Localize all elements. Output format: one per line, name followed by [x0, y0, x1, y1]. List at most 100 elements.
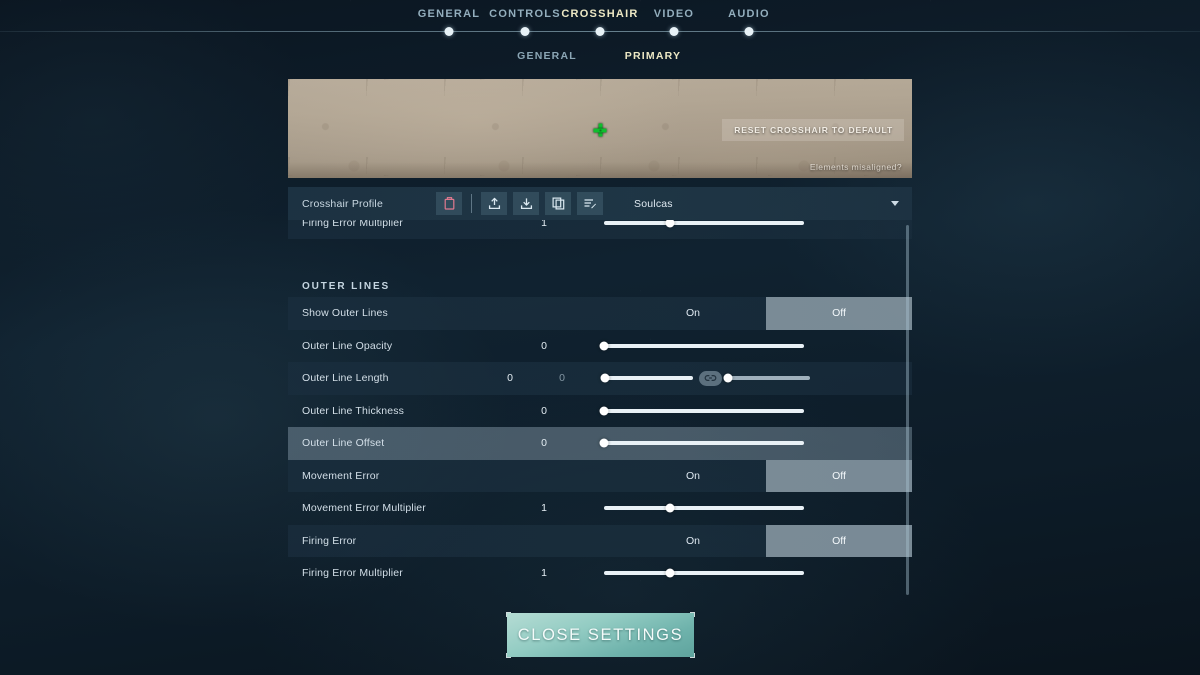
slider-handle[interactable] [600, 373, 610, 383]
settings-row-label: Outer Line Length [302, 372, 389, 385]
value-slider[interactable] [604, 492, 804, 525]
crosshair-glyph [593, 123, 607, 137]
onoff-toggle: On Off [620, 297, 912, 330]
slider-handle[interactable] [723, 373, 733, 383]
settings-scrollbar[interactable] [906, 225, 909, 595]
crosshair-profile-value: Soulcas [634, 197, 673, 210]
chevron-down-icon [891, 201, 899, 206]
slider-track [604, 503, 804, 513]
value-slider[interactable] [599, 330, 804, 363]
profile-action-buttons [436, 192, 603, 215]
settings-row[interactable]: Movement Error Multiplier 1 [288, 492, 912, 525]
settings-row-label: Outer Line Opacity [302, 339, 393, 352]
settings-row-value: 1 [541, 567, 547, 580]
duplicate-profile-button[interactable] [545, 192, 571, 215]
settings-row[interactable]: Firing Error Multiplier 1 [288, 220, 912, 239]
download-icon [520, 198, 532, 210]
toggle-option-on[interactable]: On [620, 460, 766, 493]
toggle-option-on[interactable]: On [620, 525, 766, 558]
settings-row[interactable]: Firing Error On Off [288, 524, 912, 558]
edit-lines-icon [584, 199, 596, 209]
trash-icon [444, 197, 454, 210]
nav-tab-video[interactable]: VIDEO [654, 8, 694, 20]
settings-list: Firing Error Multiplier 1 OUTER LINES Show … [288, 220, 912, 600]
settings-row-label: Show Outer Lines [302, 307, 388, 320]
slider-track [599, 438, 804, 448]
settings-row-label: Outer Line Offset [302, 437, 385, 450]
length-slider-secondary[interactable] [723, 362, 810, 395]
corner-mark-top-right [690, 612, 695, 617]
nav-subtab-general[interactable]: GENERAL [517, 50, 577, 62]
slider-handle[interactable] [665, 568, 675, 578]
onoff-toggle: On Off [620, 459, 912, 493]
toggle-option-off[interactable]: Off [766, 459, 912, 492]
slider-track [604, 220, 804, 228]
settings-row[interactable]: Outer Line Thickness 0 [288, 395, 912, 428]
slider-handle[interactable] [599, 341, 609, 351]
value-slider[interactable] [604, 220, 804, 239]
settings-row-label: Movement Error [302, 469, 380, 482]
nav-tab-dot-general [444, 27, 454, 36]
nav-tab-label: GENERAL [417, 8, 481, 20]
nav-tab-controls[interactable]: CONTROLS [489, 8, 561, 20]
slider-handle[interactable] [665, 503, 675, 513]
value-slider[interactable] [604, 557, 804, 590]
nav-tab-label: CONTROLS [489, 8, 561, 20]
rename-profile-button[interactable] [577, 192, 603, 215]
settings-row-value: 0 [541, 404, 547, 417]
nav-tab-crosshair[interactable]: CROSSHAIR [561, 8, 638, 20]
slider-track [604, 568, 804, 578]
nav-tab-dot-audio [744, 27, 754, 36]
settings-row-label: Movement Error Multiplier [302, 502, 426, 515]
toggle-option-off[interactable]: Off [766, 524, 912, 557]
corner-mark-bottom-left [506, 653, 511, 658]
settings-row-value: 0 [507, 372, 513, 385]
settings-rows: Firing Error Multiplier 1 OUTER LINES Show … [288, 220, 912, 590]
elements-misaligned-link[interactable]: Elements misaligned? [810, 162, 902, 172]
settings-row[interactable]: Outer Line Offset 0 [288, 427, 912, 460]
slider-track [599, 341, 804, 351]
slider-handle[interactable] [665, 220, 675, 228]
crosshair-profile-dropdown[interactable]: Soulcas [634, 187, 912, 220]
slider-track [600, 373, 693, 383]
slider-handle[interactable] [599, 406, 609, 416]
nav-tab-label: AUDIO [728, 8, 770, 20]
value-slider[interactable] [599, 395, 804, 428]
settings-navigation: GENERAL CONTROLS CROSSHAIR VIDEO AUDIO GENER… [0, 0, 1200, 72]
nav-subtab-primary[interactable]: PRIMARY [625, 50, 681, 62]
value-slider[interactable] [599, 427, 804, 460]
settings-row[interactable]: Outer Line Opacity 0 [288, 330, 912, 363]
crosshair-profile-bar: Crosshair Profile Soulcas [288, 187, 912, 220]
settings-row-value-secondary: 0 [559, 372, 565, 385]
nav-tab-audio[interactable]: AUDIO [728, 8, 770, 20]
crosshair-settings-panel: RESET CROSSHAIR TO DEFAULT Elements misa… [288, 79, 912, 600]
slider-track [723, 373, 810, 383]
nav-tab-label: CROSSHAIR [561, 8, 639, 20]
copy-icon [552, 197, 564, 210]
upload-icon [488, 197, 500, 210]
toggle-option-on[interactable]: On [620, 297, 766, 330]
slider-handle[interactable] [599, 438, 609, 448]
chain-link-icon[interactable] [699, 370, 722, 386]
nav-tab-dot-video [669, 27, 679, 36]
length-slider-primary[interactable] [600, 362, 693, 395]
nav-tab-general[interactable]: GENERAL [418, 8, 481, 20]
settings-row-label: Firing Error Multiplier [302, 220, 403, 230]
export-profile-button[interactable] [481, 192, 507, 215]
settings-row[interactable]: Movement Error On Off [288, 459, 912, 493]
reset-crosshair-button[interactable]: RESET CROSSHAIR TO DEFAULT [722, 119, 904, 141]
nav-tab-dot-crosshair [595, 27, 605, 36]
crosshair-preview: RESET CROSSHAIR TO DEFAULT Elements misa… [288, 79, 912, 178]
close-settings-button[interactable]: CLOSE SETTINGS [506, 612, 695, 658]
delete-profile-button[interactable] [436, 192, 462, 215]
settings-row[interactable]: Show Outer Lines On Off [288, 297, 912, 330]
settings-row[interactable]: Firing Error Multiplier 1 [288, 557, 912, 590]
settings-row[interactable]: Outer Line Length 0 0 [288, 362, 912, 395]
settings-row-value: 0 [541, 339, 547, 352]
toggle-option-off[interactable]: Off [766, 297, 912, 330]
nav-tab-label: VIDEO [653, 8, 695, 20]
import-profile-button[interactable] [513, 192, 539, 215]
crosshair-center-dot [599, 129, 601, 131]
nav-tab-dot-controls [520, 27, 530, 36]
